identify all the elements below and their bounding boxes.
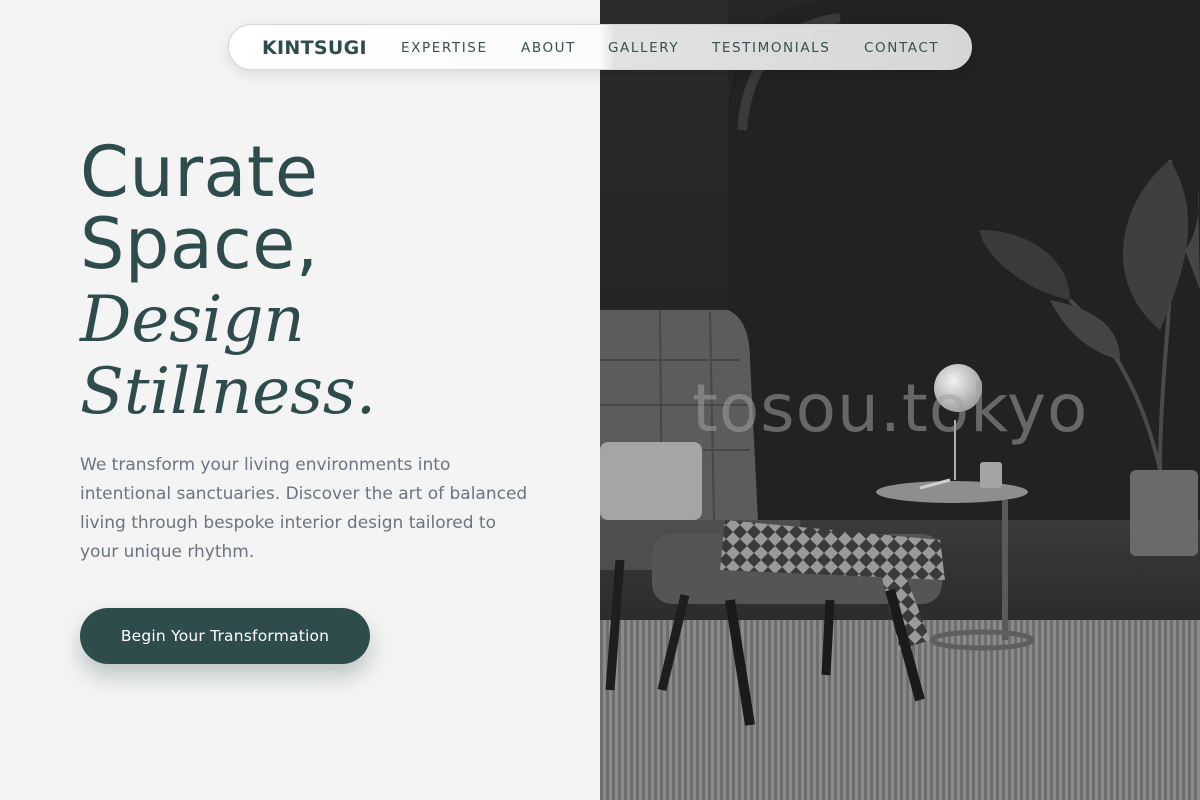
nav-link-testimonials[interactable]: TESTIMONIALS [712, 40, 830, 56]
nav-link-contact[interactable]: CONTACT [864, 40, 939, 56]
hero-left-panel: Curate Space, Design Stillness. We trans… [0, 0, 600, 800]
nav-link-expertise[interactable]: EXPERTISE [401, 40, 488, 56]
brand-logo[interactable]: KINTSUGI [262, 37, 367, 59]
hero-heading-line-1: Curate [80, 131, 319, 213]
nav-link-gallery[interactable]: GALLERY [608, 40, 679, 56]
nav-link-about[interactable]: ABOUT [521, 40, 576, 56]
hero-heading-line-3: Design [80, 283, 305, 357]
top-navbar: KINTSUGI EXPERTISE ABOUT GALLERY TESTIMO… [228, 24, 972, 70]
watermark-text: tosou.tokyo [692, 370, 1089, 447]
interior-photo: tosou.tokyo [600, 0, 1200, 800]
hero-description: We transform your living environments in… [80, 455, 528, 562]
hero-heading-line-4: Stillness. [80, 355, 377, 429]
begin-transformation-button[interactable]: Begin Your Transformation [80, 608, 370, 664]
hero-heading-line-2: Space, [80, 203, 319, 285]
